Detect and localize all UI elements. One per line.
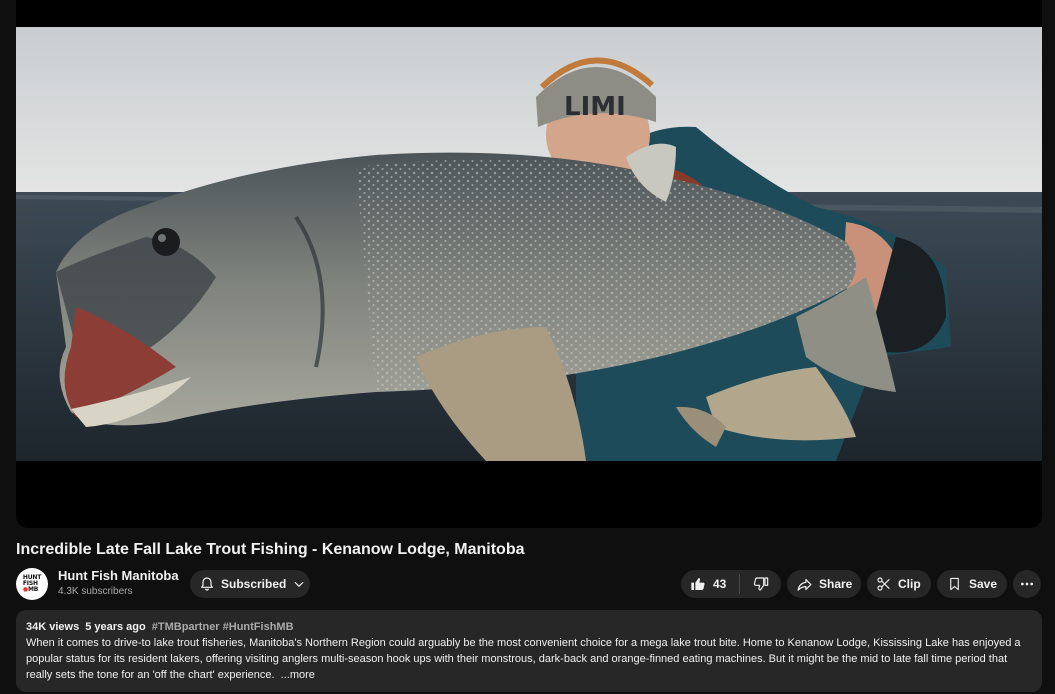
show-more-link[interactable]: ...more	[281, 669, 315, 681]
share-label: Share	[819, 577, 853, 591]
description-box[interactable]: 34K views 5 years ago #TMBpartner #HuntFis…	[16, 610, 1042, 692]
share-button[interactable]: Share	[787, 570, 861, 598]
clip-label: Clip	[898, 577, 921, 591]
thumb-up-icon	[690, 576, 706, 592]
save-button[interactable]: Save	[937, 570, 1007, 598]
description-text-block: When it comes to drive-to lake trout fis…	[26, 635, 1032, 683]
video-title: Incredible Late Fall Lake Trout Fishing …	[16, 541, 525, 558]
description-text: When it comes to drive-to lake trout fis…	[26, 637, 1021, 681]
clip-button[interactable]: Clip	[867, 570, 931, 598]
video-player[interactable]: LIMI	[16, 0, 1042, 528]
description-meta: 34K views 5 years ago #TMBpartner #HuntFis…	[26, 619, 1032, 635]
subscriber-count: 4.3K subscribers	[58, 586, 133, 597]
watch-page: LIMI Incredible Late Fall Lake Trout Fis…	[0, 0, 1055, 694]
bell-icon	[199, 576, 215, 592]
like-dislike-group: 43	[681, 570, 781, 598]
view-count: 34K views	[26, 621, 80, 633]
channel-name[interactable]: Hunt Fish Manitoba	[58, 568, 179, 584]
svg-text:LIMI: LIMI	[564, 92, 626, 122]
subscribed-label: Subscribed	[221, 577, 287, 591]
like-button[interactable]: 43	[681, 570, 739, 598]
hashtags[interactable]: #TMBpartner #HuntFishMB	[152, 621, 294, 633]
share-arrow-icon	[796, 576, 813, 593]
save-label: Save	[969, 577, 998, 591]
upload-age: 5 years ago	[85, 621, 146, 633]
thumb-down-icon	[753, 576, 769, 592]
bookmark-icon	[947, 576, 962, 592]
chevron-down-icon	[292, 577, 306, 591]
subscribed-button[interactable]: Subscribed	[190, 570, 310, 598]
like-count: 43	[713, 577, 727, 591]
channel-avatar[interactable]: HUNT FISH ●MB	[16, 568, 48, 600]
more-actions-button[interactable]	[1013, 570, 1041, 598]
video-frame: LIMI	[16, 27, 1042, 461]
channel-logo: HUNT FISH ●MB	[22, 574, 42, 593]
dislike-button[interactable]	[740, 570, 781, 598]
scissors-icon	[876, 576, 892, 592]
ellipsis-icon	[1019, 576, 1035, 592]
